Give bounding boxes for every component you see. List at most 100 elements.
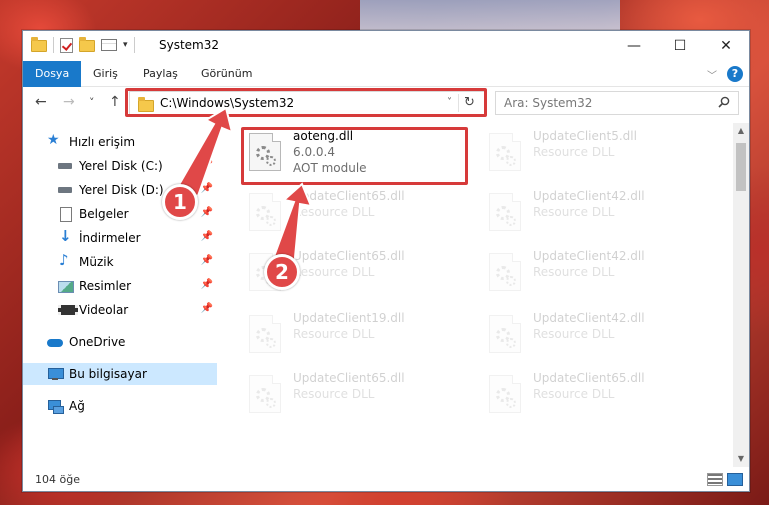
file-name: UpdateClient65.dll	[293, 189, 405, 203]
expand-ribbon-chevron-icon[interactable]: ﹀	[707, 67, 717, 82]
dll-file-icon	[489, 133, 521, 171]
sidebar-item[interactable]: OneDrive	[23, 331, 217, 353]
file-item[interactable]: UpdateClient65.dll Resource DLL	[243, 367, 463, 419]
sidebar-item[interactable]: Ağ	[23, 395, 217, 417]
file-item[interactable]: UpdateClient19.dll Resource DLL	[243, 307, 463, 359]
file-type: Resource DLL	[293, 327, 375, 341]
cloud-icon	[47, 334, 63, 350]
item-count: 104 öğe	[35, 473, 80, 486]
minimize-button[interactable]: —	[611, 31, 657, 61]
document-icon	[57, 206, 73, 222]
pin-icon: 📌	[200, 303, 213, 314]
sidebar-item[interactable]: Videolar 📌	[23, 299, 217, 321]
callout-badge-2: 2	[264, 254, 300, 290]
sidebar-item-label: Bu bilgisayar	[69, 367, 147, 381]
file-type: Resource DLL	[293, 387, 375, 401]
divider	[53, 37, 54, 53]
file-item[interactable]: UpdateClient5.dll Resource DLL	[483, 125, 703, 177]
file-type: Resource DLL	[533, 145, 615, 159]
back-arrow-icon[interactable]: ←	[35, 94, 47, 110]
divider	[133, 37, 135, 53]
search-box[interactable]: Ara: System32	[495, 91, 739, 115]
tab-giris[interactable]: Giriş	[81, 61, 130, 87]
background-sky	[360, 0, 620, 30]
sidebar-item-label: Yerel Disk (C:)	[79, 159, 163, 173]
view-options-icon[interactable]	[101, 39, 117, 51]
file-type: Resource DLL	[533, 265, 615, 279]
search-input[interactable]: Ara: System32	[504, 96, 592, 110]
sidebar-item[interactable]: Bu bilgisayar	[23, 363, 217, 385]
pictures-icon	[57, 278, 74, 294]
computer-icon	[47, 366, 64, 382]
file-type: Resource DLL	[533, 205, 615, 219]
dll-file-icon	[249, 193, 281, 231]
scroll-up-arrow-icon[interactable]: ▲	[733, 123, 749, 139]
window-title: System32	[159, 38, 220, 52]
file-type: Resource DLL	[293, 265, 375, 279]
dll-file-icon	[489, 375, 521, 413]
sidebar-item[interactable]: Resimler 📌	[23, 275, 217, 297]
up-arrow-icon[interactable]: ↑	[109, 94, 121, 110]
window-controls: — ☐ ✕	[611, 31, 749, 61]
scroll-down-arrow-icon[interactable]: ▼	[733, 451, 749, 467]
pin-icon: 📌	[200, 255, 213, 266]
file-name: UpdateClient42.dll	[533, 249, 645, 263]
tab-dosya[interactable]: Dosya	[23, 61, 82, 87]
help-icon[interactable]: ?	[727, 66, 743, 82]
drive-icon	[57, 182, 73, 198]
file-name: UpdateClient65.dll	[533, 371, 645, 385]
pin-icon: 📌	[200, 183, 213, 194]
callout-badge-1: 1	[162, 184, 198, 220]
tiles-view-icon[interactable]	[727, 473, 743, 486]
sidebar-item-label: Ağ	[69, 399, 85, 413]
pin-icon: 📌	[200, 159, 213, 170]
quick-access-toolbar: ▾	[31, 37, 135, 53]
star-icon	[47, 132, 63, 150]
maximize-button[interactable]: ☐	[657, 31, 703, 61]
vertical-scrollbar[interactable]: ▲ ▼	[733, 123, 749, 467]
file-name: UpdateClient42.dll	[533, 189, 645, 203]
file-name: UpdateClient65.dll	[293, 249, 405, 263]
title-bar: ▾ System32 — ☐ ✕	[23, 31, 749, 61]
dll-file-icon	[249, 375, 281, 413]
music-icon	[57, 251, 73, 270]
sidebar-item-label: Hızlı erişim	[69, 135, 136, 149]
navigation-pane: Hızlı erişimYerel Disk (C:)📌Yerel Disk (…	[23, 123, 217, 467]
new-folder-icon[interactable]	[79, 37, 95, 52]
tab-gorunum[interactable]: Görünüm	[189, 61, 264, 87]
scrollbar-thumb[interactable]	[736, 143, 746, 191]
sidebar-item-label: Belgeler	[79, 207, 129, 221]
file-item[interactable]: UpdateClient42.dll Resource DLL	[483, 245, 703, 297]
file-name: UpdateClient5.dll	[533, 129, 637, 143]
dll-file-icon	[489, 253, 521, 291]
status-bar: 104 öğe	[23, 469, 749, 491]
properties-check-icon[interactable]	[60, 37, 73, 53]
details-view-icon[interactable]	[707, 473, 723, 486]
file-name: UpdateClient42.dll	[533, 311, 645, 325]
sidebar-item-label: Videolar	[79, 303, 129, 317]
file-name: UpdateClient65.dll	[293, 371, 405, 385]
sidebar-item[interactable]: İndirmeler 📌	[23, 227, 217, 249]
file-type: Resource DLL	[533, 387, 615, 401]
recent-locations-chevron-icon[interactable]: ˅	[89, 96, 95, 109]
search-icon[interactable]	[718, 96, 730, 108]
sidebar-item-label: Müzik	[79, 255, 114, 269]
file-type: Resource DLL	[293, 205, 375, 219]
sidebar-item[interactable]: Yerel Disk (C:) 📌	[23, 155, 217, 177]
tab-paylas[interactable]: Paylaş	[131, 61, 190, 87]
file-type: Resource DLL	[533, 327, 615, 341]
sidebar-item-label: Yerel Disk (D:)	[79, 183, 164, 197]
network-icon	[47, 398, 64, 414]
drive-icon	[57, 158, 73, 174]
sidebar-item[interactable]: Müzik 📌	[23, 251, 217, 273]
sidebar-item[interactable]: Hızlı erişim	[23, 131, 217, 153]
pin-icon: 📌	[200, 207, 213, 218]
file-item[interactable]: UpdateClient65.dll Resource DLL	[483, 367, 703, 419]
file-item[interactable]: UpdateClient42.dll Resource DLL	[483, 307, 703, 359]
file-item[interactable]: UpdateClient65.dll Resource DLL	[243, 185, 463, 237]
customize-toolbar-chevron-icon[interactable]: ▾	[123, 40, 128, 50]
sidebar-item-label: Resimler	[79, 279, 132, 293]
file-item[interactable]: UpdateClient42.dll Resource DLL	[483, 185, 703, 237]
close-button[interactable]: ✕	[703, 31, 749, 61]
forward-arrow-icon[interactable]: →	[63, 94, 75, 110]
